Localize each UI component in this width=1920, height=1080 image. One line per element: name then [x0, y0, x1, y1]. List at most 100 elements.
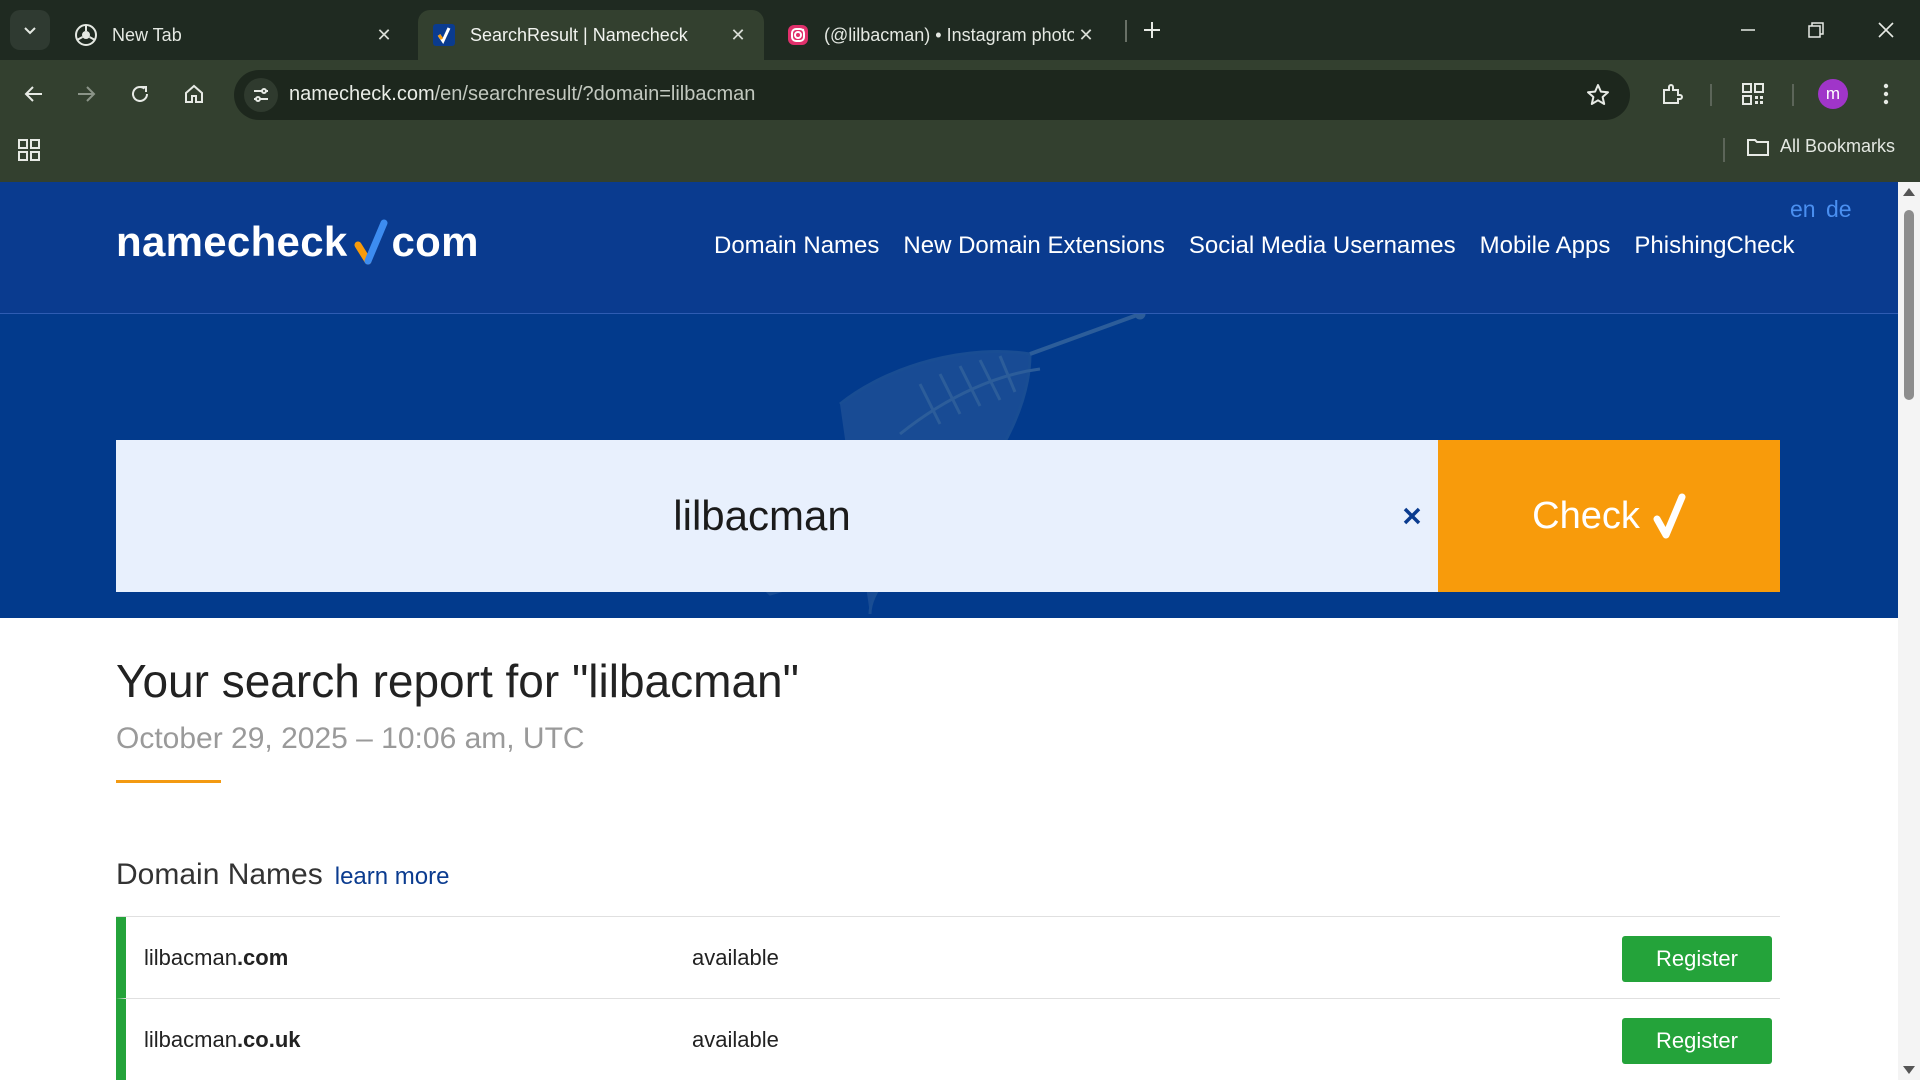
tab-new-tab[interactable]: New Tab ✕ — [60, 10, 410, 60]
bookmark-star-button[interactable] — [1586, 83, 1610, 112]
domain-tld: .com — [236, 945, 289, 970]
chevron-down-icon — [24, 27, 36, 35]
plus-icon — [1144, 22, 1160, 38]
page-content: namecheck com Domain Names New Domain Ex… — [0, 182, 1898, 1080]
star-icon — [1587, 84, 1609, 105]
check-button-label: Check — [1532, 494, 1640, 537]
domain-base: lilbacman — [144, 1027, 237, 1052]
profile-avatar[interactable]: m — [1818, 79, 1848, 109]
learn-more-link[interactable]: learn more — [335, 863, 450, 891]
check-button[interactable]: Check — [1438, 440, 1780, 592]
tab-namecheck[interactable]: SearchResult | Namecheck ✕ — [418, 10, 764, 60]
page-scrollbar[interactable] — [1898, 182, 1920, 1080]
more-vertical-icon — [1883, 83, 1889, 105]
close-icon — [1878, 22, 1894, 38]
report-title: Your search report for "lilbacman" — [116, 655, 799, 707]
tune-icon — [254, 88, 268, 102]
search-input[interactable]: lilbacman — [116, 440, 1408, 592]
domain-results-list: lilbacman.com available Register lilbacm… — [116, 916, 1780, 1080]
nav-social-media-usernames[interactable]: Social Media Usernames — [1189, 232, 1456, 260]
search-field[interactable]: lilbacman — [116, 440, 1438, 592]
logo-text-right: com — [391, 218, 479, 265]
extensions-button[interactable] — [1652, 74, 1692, 114]
title-underline — [116, 780, 221, 783]
forward-button[interactable] — [66, 74, 106, 114]
tab-title: (@lilbacman) • Instagram photo — [824, 24, 1074, 45]
site-info-button[interactable] — [244, 78, 278, 112]
domain-name: lilbacman.com — [144, 945, 288, 971]
bookmarks-separator — [1723, 138, 1725, 162]
tab-separator — [1125, 20, 1127, 42]
domain-tld: .co.uk — [236, 1027, 301, 1052]
puzzle-icon — [1663, 84, 1683, 104]
close-tab-icon[interactable]: ✕ — [1074, 25, 1098, 46]
minimize-button[interactable] — [1728, 12, 1768, 48]
url-path: /en/searchresult/?domain=lilbacman — [434, 83, 756, 105]
qr-code-icon — [1742, 83, 1764, 105]
tab-strip: New Tab ✕ SearchResult | Namecheck ✕ (@l… — [0, 0, 1920, 60]
site-header: namecheck com Domain Names New Domain Ex… — [0, 182, 1898, 314]
close-icon — [1403, 507, 1421, 525]
browser-toolbar: namecheck.com/en/searchresult/?domain=li… — [0, 60, 1920, 182]
checkmark-icon — [1653, 493, 1686, 539]
lang-de-link[interactable]: de — [1826, 196, 1852, 223]
reload-button[interactable] — [120, 74, 160, 114]
toolbar-separator — [1792, 84, 1794, 106]
restore-button[interactable] — [1796, 12, 1836, 48]
register-button[interactable]: Register — [1622, 936, 1772, 982]
nav-mobile-apps[interactable]: Mobile Apps — [1480, 232, 1611, 260]
nav-domain-names[interactable]: Domain Names — [714, 232, 879, 260]
namecheck-favicon-icon — [432, 23, 456, 47]
minimize-icon — [1741, 29, 1755, 31]
domain-row: lilbacman.co.uk available Register — [116, 999, 1780, 1080]
restore-icon — [1808, 22, 1824, 38]
register-button[interactable]: Register — [1622, 1018, 1772, 1064]
qr-code-button[interactable] — [1733, 74, 1773, 114]
tab-title: SearchResult | Namecheck — [470, 24, 688, 45]
chrome-icon — [74, 23, 98, 47]
reload-icon — [132, 85, 148, 102]
home-icon — [185, 84, 203, 103]
scroll-down-icon[interactable] — [1903, 1066, 1915, 1074]
tab-search-button[interactable] — [10, 10, 50, 50]
domain-base: lilbacman — [144, 945, 237, 970]
report-date: October 29, 2025 – 10:06 am, UTC — [116, 722, 585, 755]
close-tab-icon[interactable]: ✕ — [372, 25, 396, 46]
domain-name: lilbacman.co.uk — [144, 1027, 301, 1053]
all-bookmarks-label: All Bookmarks — [1780, 136, 1896, 156]
main-nav: Domain Names New Domain Extensions Socia… — [714, 232, 1818, 260]
toolbar-separator — [1710, 84, 1712, 106]
section-title: Domain Names — [116, 858, 323, 891]
scroll-up-icon[interactable] — [1903, 188, 1915, 196]
close-tab-icon[interactable]: ✕ — [726, 25, 750, 46]
tab-instagram[interactable]: (@lilbacman) • Instagram photo ✕ — [772, 10, 1112, 60]
arrow-left-icon — [24, 86, 42, 102]
lang-en-link[interactable]: en — [1790, 196, 1816, 223]
folder-icon — [1747, 138, 1769, 156]
grid-icon — [18, 139, 40, 161]
domain-row: lilbacman.com available Register — [116, 917, 1780, 999]
scrollbar-thumb[interactable] — [1904, 210, 1914, 400]
browser-menu-button[interactable] — [1866, 74, 1906, 114]
instagram-icon — [786, 23, 810, 47]
domain-status: available — [692, 1027, 779, 1052]
clear-search-button[interactable] — [1392, 496, 1432, 536]
url-host: namecheck.com — [289, 83, 435, 105]
nav-phishingcheck[interactable]: PhishingCheck — [1634, 232, 1794, 260]
all-bookmarks-button[interactable]: All Bookmarks — [1746, 136, 1895, 157]
url-text: namecheck.com/en/searchresult/?domain=li… — [289, 83, 755, 106]
address-bar[interactable]: namecheck.com/en/searchresult/?domain=li… — [234, 70, 1630, 120]
close-window-button[interactable] — [1866, 12, 1906, 48]
home-button[interactable] — [174, 74, 214, 114]
back-button[interactable] — [14, 74, 54, 114]
nav-new-domain-extensions[interactable]: New Domain Extensions — [903, 232, 1164, 260]
domain-names-section-header: Domain Names learn more — [116, 858, 449, 892]
apps-button[interactable] — [16, 137, 42, 168]
arrow-right-icon — [78, 86, 96, 102]
logo-text-left: namecheck — [116, 218, 348, 265]
namecheck-logo[interactable]: namecheck com — [116, 218, 479, 266]
domain-status: available — [692, 945, 779, 970]
new-tab-button[interactable] — [1132, 12, 1172, 48]
tab-title: New Tab — [112, 24, 182, 45]
logo-check-icon — [354, 219, 388, 265]
